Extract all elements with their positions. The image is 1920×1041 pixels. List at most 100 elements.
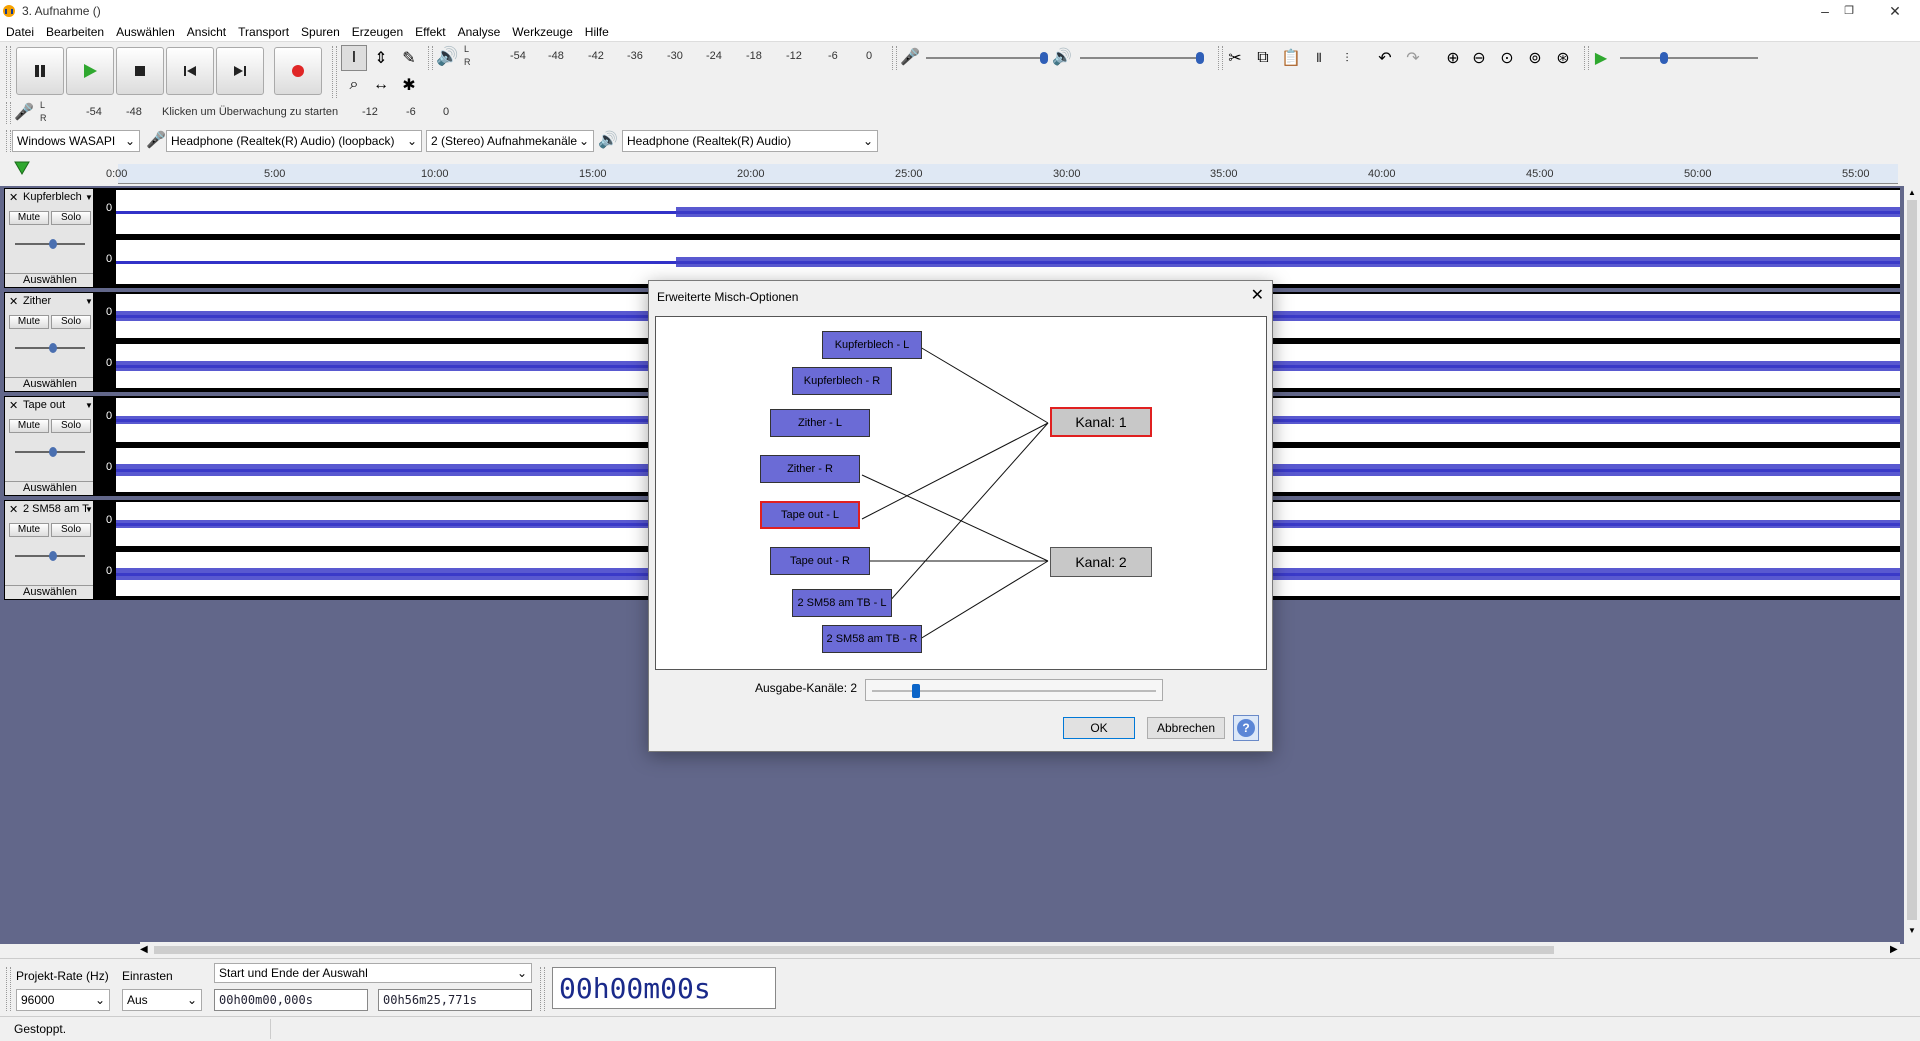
slider-thumb[interactable] <box>1196 52 1204 64</box>
close-button[interactable]: ✕ <box>1872 0 1918 22</box>
solo-button[interactable]: Solo <box>51 315 91 329</box>
menu-effekt[interactable]: Effekt <box>409 22 451 39</box>
selection-end-field[interactable]: 00h56m25,771s <box>378 989 532 1011</box>
close-track-icon[interactable]: ✕ <box>9 191 18 204</box>
audio-position-display[interactable]: 00h00m00s <box>552 967 776 1009</box>
toolbar-grip[interactable] <box>6 102 11 124</box>
track-control-panel[interactable]: ✕ Zither ▼ Mute Solo Auswählen <box>4 292 94 392</box>
stop-button[interactable] <box>116 47 164 95</box>
snap-select[interactable]: Aus ⌄ <box>122 989 202 1011</box>
menu-werkzeuge[interactable]: Werkzeuge <box>506 22 578 39</box>
select-track-button[interactable]: Auswählen <box>5 481 93 495</box>
channels-select[interactable]: 2 (Stereo) Aufnahmekanäle ⌄ <box>426 130 594 152</box>
menu-erzeugen[interactable]: Erzeugen <box>346 22 409 39</box>
solo-button[interactable]: Solo <box>51 211 91 225</box>
close-track-icon[interactable]: ✕ <box>9 399 18 412</box>
skip-end-button[interactable] <box>216 47 264 95</box>
gain-slider[interactable] <box>15 239 85 249</box>
scroll-down-icon[interactable]: ▼ <box>1908 926 1916 935</box>
play-speed-slider[interactable] <box>1620 52 1758 64</box>
menu-spuren[interactable]: Spuren <box>295 22 346 39</box>
input-node-sm58-r[interactable]: 2 SM58 am TB - R <box>822 625 922 653</box>
menu-transport[interactable]: Transport <box>232 22 295 39</box>
toolbar-grip[interactable] <box>6 967 11 1011</box>
speaker-icon[interactable]: 🔊 <box>436 46 458 67</box>
copy-icon[interactable]: ⧉ <box>1250 45 1276 71</box>
timeline[interactable]: 0:00 5:00 10:00 15:00 20:00 25:00 30:00 … <box>0 156 1900 186</box>
scroll-thumb[interactable] <box>154 946 1554 954</box>
toolbar-grip[interactable] <box>892 46 897 70</box>
input-node-tape-out-l[interactable]: Tape out - L <box>760 501 860 529</box>
track-name[interactable]: Tape out <box>23 399 65 411</box>
menu-bearbeiten[interactable]: Bearbeiten <box>40 22 110 39</box>
microphone-icon[interactable]: 🎤 <box>14 102 34 122</box>
input-node-sm58-l[interactable]: 2 SM58 am TB - L <box>792 589 892 617</box>
gain-slider[interactable] <box>15 447 85 457</box>
input-node-kupferblech-r[interactable]: Kupferblech - R <box>792 367 892 395</box>
menu-datei[interactable]: Datei <box>0 22 40 39</box>
redo-icon[interactable]: ↷ <box>1400 45 1426 71</box>
output-device-select[interactable]: Headphone (Realtek(R) Audio) ⌄ <box>622 130 878 152</box>
select-track-button[interactable]: Auswählen <box>5 377 93 391</box>
toolbar-grip[interactable] <box>332 46 337 98</box>
close-track-icon[interactable]: ✕ <box>9 503 18 516</box>
zoom-tool-icon[interactable]: ⌕ <box>341 72 367 98</box>
input-node-zither-l[interactable]: Zither - L <box>770 409 870 437</box>
solo-button[interactable]: Solo <box>51 419 91 433</box>
track-name[interactable]: 2 SM58 am T <box>23 503 89 515</box>
solo-button[interactable]: Solo <box>51 523 91 537</box>
track-control-panel[interactable]: ✕ Kupferblech ▼ Mute Solo Auswählen <box>4 188 94 288</box>
track-control-panel[interactable]: ✕ 2 SM58 am T ▼ Mute Solo Auswählen <box>4 500 94 600</box>
track-name[interactable]: Kupferblech <box>23 191 82 203</box>
zoom-toggle-icon[interactable]: ⊛ <box>1550 45 1576 71</box>
menu-auswaehlen[interactable]: Auswählen <box>110 22 181 39</box>
project-rate-select[interactable]: 96000 ⌄ <box>16 989 110 1011</box>
toolbar-grip[interactable] <box>540 967 545 1011</box>
menu-ansicht[interactable]: Ansicht <box>181 22 232 39</box>
ok-button[interactable]: OK <box>1063 717 1135 739</box>
input-node-kupferblech-l[interactable]: Kupferblech - L <box>822 331 922 359</box>
selection-tool-icon[interactable]: I <box>341 45 367 71</box>
track-name[interactable]: Zither <box>23 295 51 307</box>
selection-start-field[interactable]: 00h00m00,000s <box>214 989 368 1011</box>
track-menu-icon[interactable]: ▼ <box>85 401 93 410</box>
waveform-left[interactable] <box>116 190 1900 234</box>
scroll-thumb[interactable] <box>1907 200 1917 920</box>
undo-icon[interactable]: ↶ <box>1372 45 1398 71</box>
scroll-left-icon[interactable]: ◀ <box>140 944 148 955</box>
gain-slider[interactable] <box>15 343 85 353</box>
timeline-options-icon[interactable] <box>14 160 30 179</box>
mute-button[interactable]: Mute <box>9 315 49 329</box>
slider-thumb[interactable] <box>49 447 57 457</box>
playback-meter[interactable]: -54 -48 -42 -36 -30 -24 -18 -12 -6 0 <box>474 48 874 66</box>
slider-thumb[interactable] <box>1660 52 1668 64</box>
vertical-scrollbar[interactable]: ▲ ▼ <box>1904 186 1920 942</box>
menu-hilfe[interactable]: Hilfe <box>579 22 615 39</box>
scroll-right-icon[interactable]: ▶ <box>1890 944 1898 955</box>
close-track-icon[interactable]: ✕ <box>9 295 18 308</box>
cancel-button[interactable]: Abbrechen <box>1147 717 1225 739</box>
track-control-panel[interactable]: ✕ Tape out ▼ Mute Solo Auswählen <box>4 396 94 496</box>
track-menu-icon[interactable]: ▼ <box>85 193 93 202</box>
input-node-tape-out-r[interactable]: Tape out - R <box>770 547 870 575</box>
output-channel-1[interactable]: Kanal: 1 <box>1050 407 1152 437</box>
timeshift-tool-icon[interactable]: ↔ <box>368 72 394 98</box>
slider-thumb[interactable] <box>1040 52 1048 64</box>
output-channels-slider[interactable] <box>865 679 1163 701</box>
select-track-button[interactable]: Auswählen <box>5 273 93 287</box>
toolbar-grip[interactable] <box>6 130 11 152</box>
trim-icon[interactable]: ⫴ <box>1306 45 1332 71</box>
paste-icon[interactable]: 📋 <box>1278 45 1304 71</box>
play-at-speed-icon[interactable]: ▶ <box>1588 45 1614 71</box>
fit-project-icon[interactable]: ⊚ <box>1522 45 1548 71</box>
play-button[interactable] <box>66 47 114 95</box>
restore-button[interactable]: ❐ <box>1826 0 1872 22</box>
gain-slider[interactable] <box>15 551 85 561</box>
mute-button[interactable]: Mute <box>9 211 49 225</box>
slider-thumb[interactable] <box>912 684 920 698</box>
slider-thumb[interactable] <box>49 551 57 561</box>
fit-selection-icon[interactable]: ⊙ <box>1494 45 1520 71</box>
time-ruler[interactable]: 0:00 5:00 10:00 15:00 20:00 25:00 30:00 … <box>106 164 1898 184</box>
input-device-select[interactable]: Headphone (Realtek(R) Audio) (loopback) ⌄ <box>166 130 422 152</box>
mix-matrix-panel[interactable]: Kupferblech - L Kupferblech - R Zither -… <box>655 316 1267 670</box>
